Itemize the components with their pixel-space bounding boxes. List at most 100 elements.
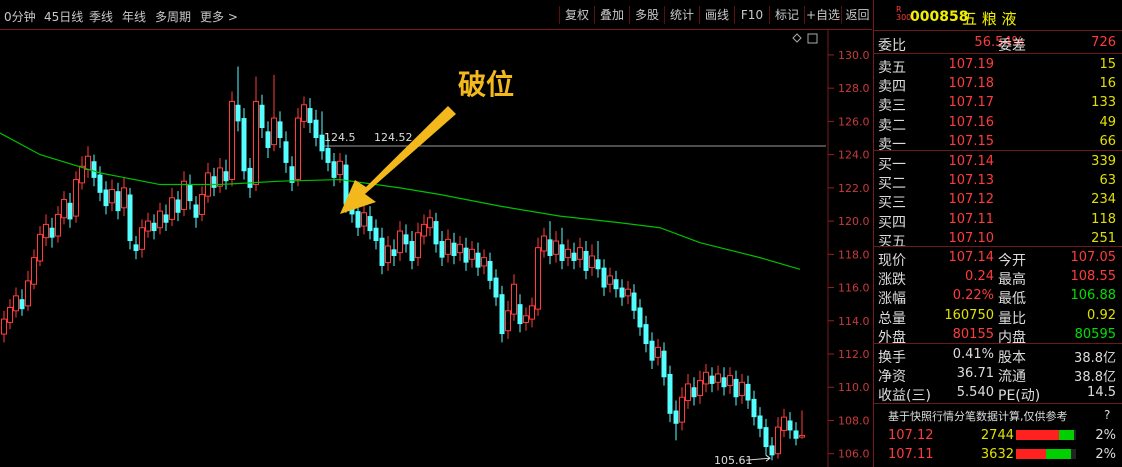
candle-body [619,287,625,298]
candle [541,227,547,258]
candle [697,370,703,404]
ask-price: 107.19 [948,57,995,72]
candle [367,206,373,240]
candle [601,259,607,296]
ask-level: 卖三 107.17 133 [874,93,1122,114]
bid-price: 107.10 [948,230,995,246]
candle-body [577,247,583,260]
fundamental-row: 净资 36.71 流通 38.8亿 [874,364,1122,385]
candle-body [679,396,685,423]
candle [505,300,511,340]
tick-percent: 2% [1095,428,1116,443]
window-toggle-icon[interactable] [807,33,818,44]
multi-stock-button[interactable]: 多股 [629,6,664,24]
add-watchlist-button[interactable]: +自选 [804,6,841,24]
candle-body [727,375,733,387]
candle [13,287,19,318]
period-multi[interactable]: 多周期 [155,8,191,25]
candle-body [421,223,427,237]
candle [193,196,199,228]
y-tick-label: 120.0 [838,215,870,228]
candle-body [163,214,169,223]
candle-body [37,233,43,262]
period-45day[interactable]: 45日线 [44,8,83,25]
period-more[interactable]: 更多 > [200,8,238,25]
bid-volume: 234 [1091,192,1116,208]
tick-volume: 3632 [980,447,1014,462]
statistics-button[interactable]: 统计 [664,6,699,24]
candle [649,332,655,369]
candle [619,279,625,306]
kline-chart[interactable]: 130.0 128.0 126.0 124.0 122.0 120.0 118.0 116.0… [0,30,872,467]
candle [271,74,277,152]
mark-button[interactable]: 标记 [769,6,804,24]
candle [499,285,505,343]
candle-body [655,346,661,358]
stock-header: R 300 000858 五 粮 液 [874,4,1122,30]
candle-body [43,223,49,239]
bid-price: 107.13 [948,173,995,189]
candle [247,157,253,198]
draw-line-button[interactable]: 画线 [699,6,734,24]
candle-body [547,239,553,256]
tick-percent: 2% [1095,447,1116,462]
y-tick-label: 124.0 [838,149,870,162]
candle-body [799,434,805,438]
candle [37,226,43,266]
period-year[interactable]: 年线 [122,8,146,25]
candle-body [565,248,571,259]
candle [589,244,595,276]
period-0min[interactable]: 0分钟 [4,8,36,25]
candle-body [259,104,265,129]
candle [85,146,91,178]
overlay-button[interactable]: 叠加 [594,6,629,24]
candle [25,270,31,311]
candle-body [667,373,673,414]
bid-level: 买四 107.11 118 [874,210,1122,231]
quote-panel: R 300 000858 五 粮 液 委比 56.54% 委差 726 卖五 10… [873,0,1122,467]
candle [451,232,457,265]
candle [583,241,589,280]
candle [133,236,139,260]
candle [721,367,727,396]
y-tick-label: 108.0 [838,414,870,427]
y-tick-label: 116.0 [838,282,870,295]
f10-button[interactable]: F10 [734,6,769,24]
candle [109,179,115,212]
candle-body [229,100,235,181]
candle [751,390,757,426]
candle-body [481,257,487,267]
restore-rights-button[interactable]: 复权 [559,6,594,24]
bid-volume: 63 [1099,173,1116,189]
candle-body [1,318,7,335]
candle [745,375,751,409]
candle-body [247,167,253,188]
candle-body [721,377,727,388]
period-quarter[interactable]: 季线 [89,8,113,25]
candle-body [133,244,139,251]
candle-body [271,117,277,146]
candle [115,182,121,220]
bid-level: 买二 107.13 63 [874,171,1122,192]
tick-bar-green [1059,430,1075,440]
candle [217,157,223,193]
back-button[interactable]: 返回 [841,6,873,24]
candle [265,121,271,158]
y-tick-label: 126.0 [838,115,870,128]
quote-value: 80595 [1074,326,1116,342]
ask-price: 107.18 [948,76,995,92]
candle [787,412,793,439]
stock-badge: R 300 [896,5,912,22]
candle-body [625,288,631,297]
fund-value: 14.5 [1087,385,1116,401]
candle-body [763,427,769,448]
help-icon[interactable]: ? [1104,408,1110,422]
diamond-icon[interactable] [792,33,802,43]
candle [121,177,127,217]
tick-bar-red [1016,430,1060,440]
candle-body [301,104,307,122]
candle [535,237,541,316]
ask-price: 107.16 [948,114,995,130]
quote-value: 107.14 [948,250,995,265]
candle-body [607,275,613,285]
